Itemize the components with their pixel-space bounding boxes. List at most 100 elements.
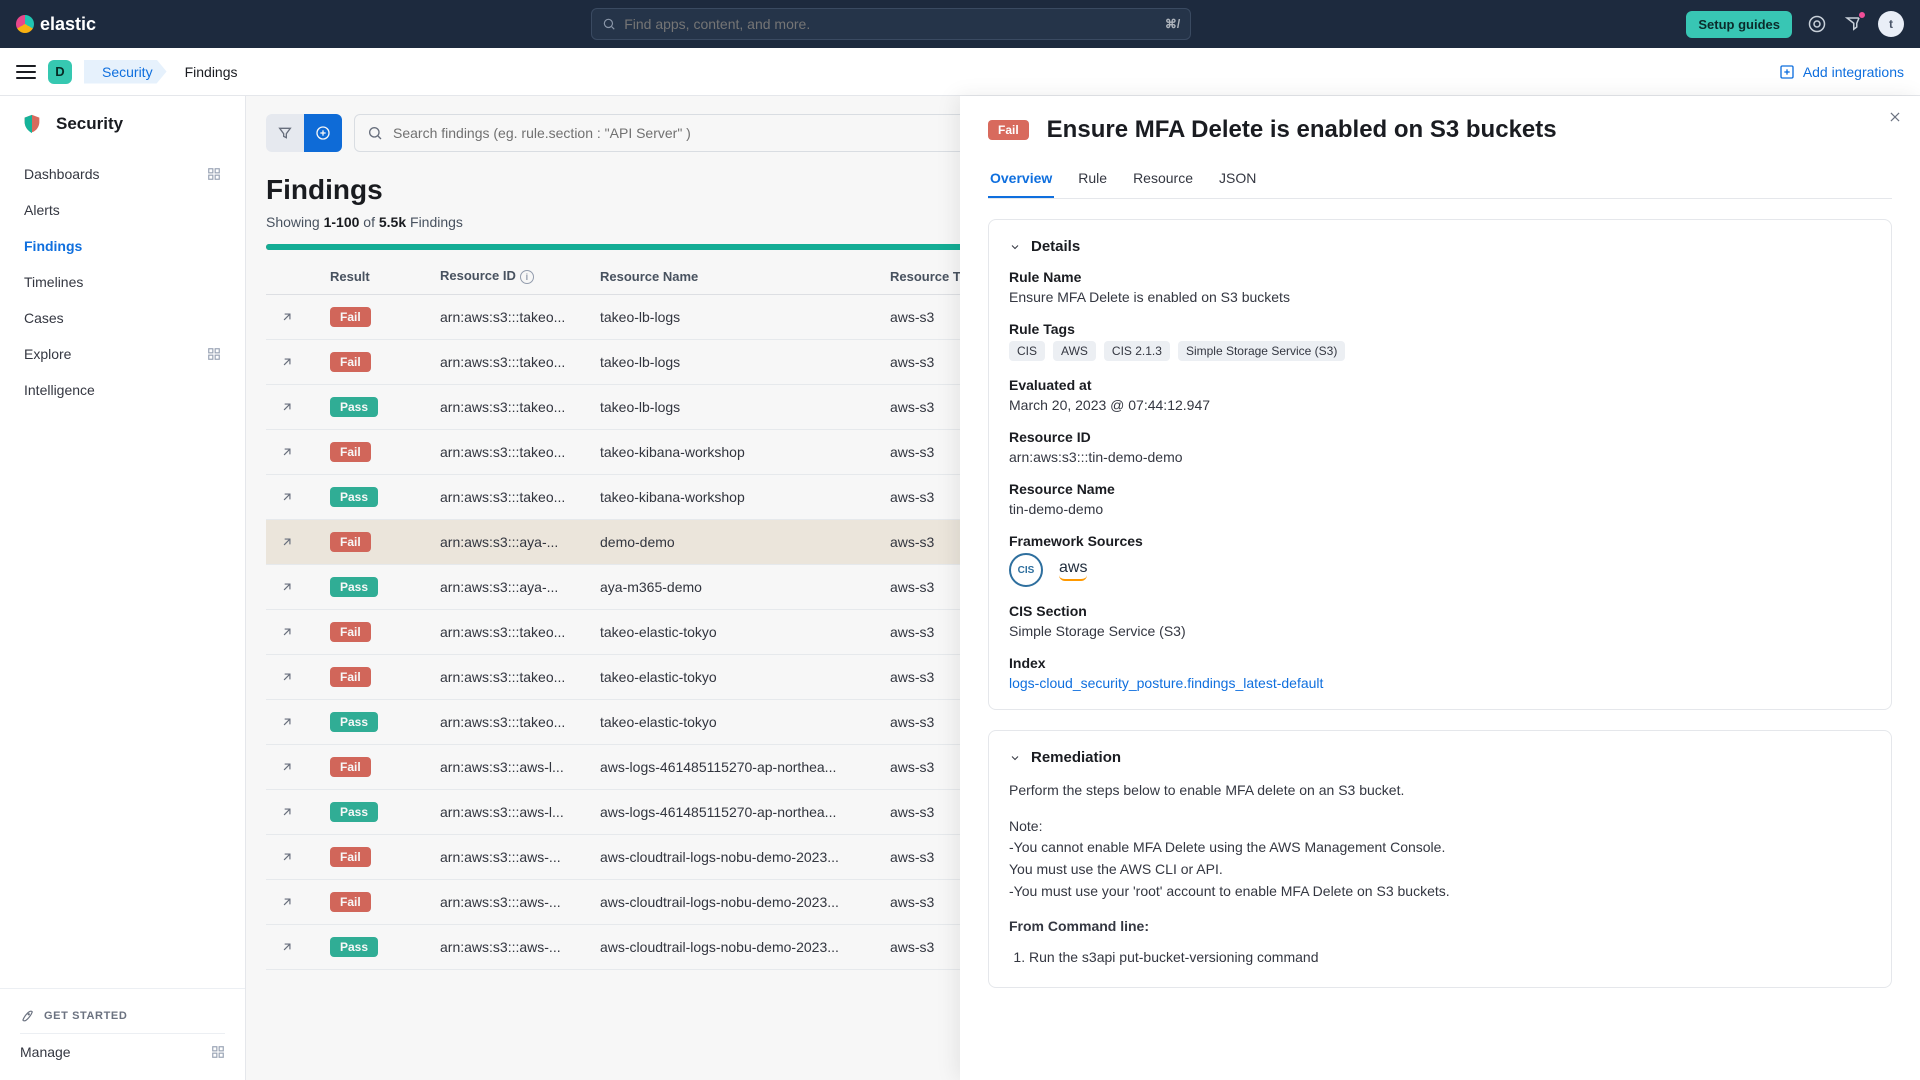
cell-resource-id: arn:aws:s3:::takeo... [426,295,586,340]
setup-guides-button[interactable]: Setup guides [1686,11,1792,38]
cell-resource-name: takeo-elastic-tokyo [586,655,876,700]
sidebar-footer: GET STARTED Manage [0,988,245,1080]
framework-icons: CIS aws [1009,553,1871,587]
expand-icon[interactable] [280,580,302,594]
tag[interactable]: Simple Storage Service (S3) [1178,341,1345,361]
sidebar-item-label: Intelligence [24,382,95,398]
expand-icon[interactable] [280,535,302,549]
newsfeed-icon[interactable] [1842,13,1864,35]
search-icon [602,17,616,31]
filter-button[interactable] [266,114,304,152]
breadcrumb: Security Findings [84,60,252,84]
sidebar-item-manage[interactable]: Manage [20,1033,225,1070]
sidebar-item-alerts[interactable]: Alerts [12,192,233,228]
grid-icon [211,1045,225,1059]
global-header: elastic ⌘/ Setup guides t [0,0,1920,48]
field-label: Rule Tags [1009,321,1871,337]
elastic-logo-mark [16,15,34,33]
details-heading[interactable]: Details [1009,238,1871,255]
sidebar-item-explore[interactable]: Explore [12,336,233,372]
cell-resource-name: takeo-lb-logs [586,295,876,340]
info-icon[interactable]: i [520,270,534,284]
field-label: Evaluated at [1009,377,1871,393]
user-avatar[interactable]: t [1878,11,1904,37]
result-badge: Fail [330,892,371,912]
sidebar-item-dashboards[interactable]: Dashboards [12,156,233,192]
get-started-link[interactable]: GET STARTED [20,999,225,1033]
tab-rule[interactable]: Rule [1076,160,1109,198]
field-label: Framework Sources [1009,533,1871,549]
cell-resource-id: arn:aws:s3:::takeo... [426,340,586,385]
sidebar-item-intelligence[interactable]: Intelligence [12,372,233,408]
sidebar-header: Security [0,96,245,156]
tab-resource[interactable]: Resource [1131,160,1195,198]
tag[interactable]: CIS 2.1.3 [1104,341,1170,361]
tag[interactable]: CIS [1009,341,1045,361]
sidebar-item-cases[interactable]: Cases [12,300,233,336]
cell-resource-name: aws-cloudtrail-logs-nobu-demo-2023... [586,880,876,925]
cell-resource-id: arn:aws:s3:::takeo... [426,610,586,655]
cell-resource-id: arn:aws:s3:::aya-... [426,565,586,610]
field-evaluated-at: Evaluated at March 20, 2023 @ 07:44:12.9… [1009,377,1871,413]
sidebar-item-label: Findings [24,238,82,254]
tag[interactable]: AWS [1053,341,1096,361]
expand-icon[interactable] [280,490,302,504]
result-badge: Fail [330,622,371,642]
sidebar-item-findings[interactable]: Findings [12,228,233,264]
breadcrumb-security[interactable]: Security [84,60,167,84]
notification-dot [1858,11,1866,19]
expand-icon[interactable] [280,895,302,909]
remediation-heading[interactable]: Remediation [1009,749,1871,766]
expand-icon[interactable] [280,670,302,684]
result-badge: Pass [330,937,378,957]
field-label: Resource ID [1009,429,1871,445]
result-badge: Fail [330,307,371,327]
expand-icon[interactable] [280,760,302,774]
global-search[interactable]: ⌘/ [591,8,1191,40]
help-icon[interactable] [1806,13,1828,35]
col-resource-name[interactable]: Resource Name [586,258,876,295]
tab-json[interactable]: JSON [1217,160,1258,198]
result-badge: Pass [330,712,378,732]
cell-resource-id: arn:aws:s3:::aws-... [426,925,586,970]
field-rule-tags: Rule Tags CIS AWS CIS 2.1.3 Simple Stora… [1009,321,1871,361]
space-selector[interactable]: D [48,60,72,84]
expand-icon[interactable] [280,310,302,324]
field-resource-id: Resource ID arn:aws:s3:::tin-demo-demo [1009,429,1871,465]
tab-overview[interactable]: Overview [988,160,1054,198]
result-badge: Pass [330,802,378,822]
chevron-down-icon [1009,241,1021,253]
sidebar-item-label: Manage [20,1044,71,1060]
aws-logo-icon: aws [1059,559,1087,581]
add-integrations-label: Add integrations [1803,64,1904,80]
cell-resource-id: arn:aws:s3:::aws-... [426,835,586,880]
field-label: CIS Section [1009,603,1871,619]
elastic-logo[interactable]: elastic [16,14,96,35]
add-integrations-link[interactable]: Add integrations [1779,64,1904,80]
expand-icon[interactable] [280,400,302,414]
cell-resource-name: takeo-kibana-workshop [586,430,876,475]
expand-icon[interactable] [280,625,302,639]
index-link[interactable]: logs-cloud_security_posture.findings_lat… [1009,675,1323,691]
get-started-label: GET STARTED [44,1010,127,1022]
result-badge: Fail [330,352,371,372]
expand-icon[interactable] [280,850,302,864]
expand-icon[interactable] [280,445,302,459]
expand-icon[interactable] [280,940,302,954]
col-result[interactable]: Result [316,258,426,295]
close-icon[interactable] [1888,110,1902,124]
remediation-intro: Perform the steps below to enable MFA de… [1009,780,1871,802]
grid-icon [207,167,221,181]
add-filter-button[interactable] [304,114,342,152]
chevron-down-icon [1009,752,1021,764]
result-badge: Fail [330,442,371,462]
expand-icon[interactable] [280,355,302,369]
sidebar-item-timelines[interactable]: Timelines [12,264,233,300]
col-resource-id[interactable]: Resource IDi [426,258,586,295]
sidebar-item-label: Timelines [24,274,83,290]
expand-icon[interactable] [280,805,302,819]
global-search-input[interactable] [624,16,1157,32]
nav-toggle-icon[interactable] [16,65,36,79]
expand-icon[interactable] [280,715,302,729]
cell-resource-name: demo-demo [586,520,876,565]
